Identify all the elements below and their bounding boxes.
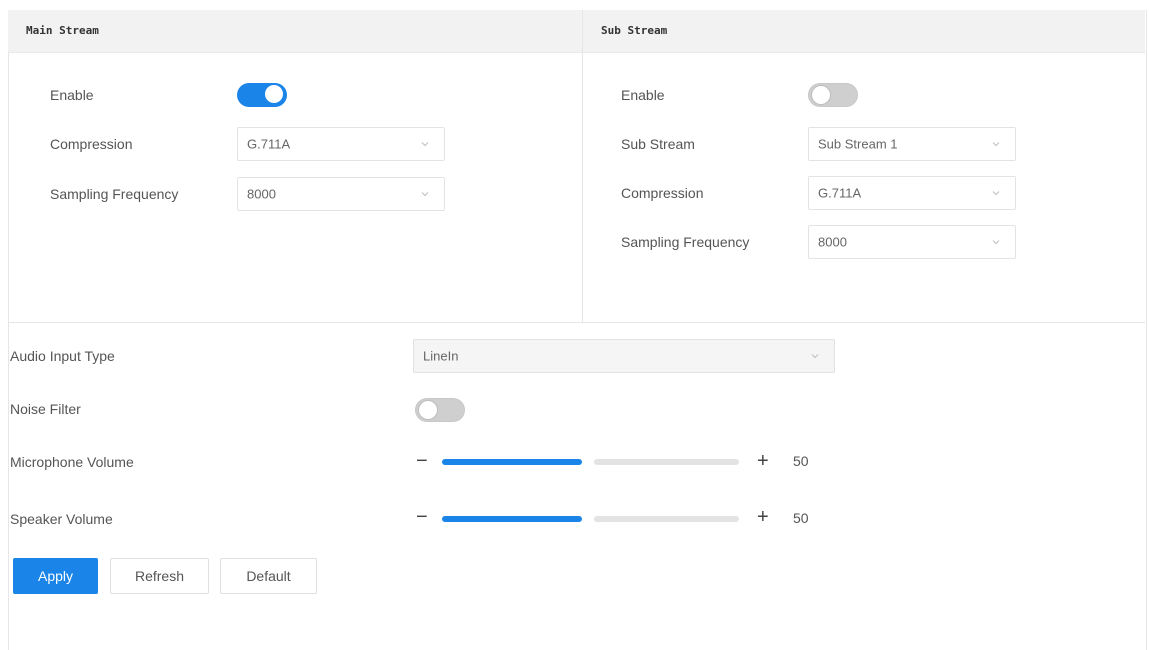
audio-input-select[interactable]: LineIn	[413, 339, 835, 373]
apply-button[interactable]: Apply	[13, 558, 98, 594]
main-enable-row: Enable	[8, 77, 582, 113]
sub-stream-label: Sub Stream	[621, 136, 695, 152]
noise-filter-toggle[interactable]	[415, 398, 465, 422]
microphone-volume-label: Microphone Volume	[10, 454, 134, 470]
sub-enable-label: Enable	[621, 87, 665, 103]
main-sampling-label: Sampling Frequency	[50, 186, 179, 202]
main-sampling-value: 8000	[247, 186, 276, 202]
chevron-down-icon	[992, 191, 1000, 196]
default-button[interactable]: Default	[220, 558, 317, 594]
sub-sampling-select[interactable]: 8000	[808, 225, 1016, 259]
audio-input-label: Audio Input Type	[10, 348, 115, 364]
main-sampling-select[interactable]: 8000	[237, 177, 445, 211]
microphone-volume-slider[interactable]	[442, 455, 739, 469]
sub-compression-row: Compression G.711A	[583, 175, 1145, 211]
sub-sampling-value: 8000	[818, 234, 847, 250]
sub-compression-select[interactable]: G.711A	[808, 176, 1016, 210]
main-compression-label: Compression	[50, 136, 133, 152]
plus-icon[interactable]: +	[757, 451, 769, 471]
chevron-down-icon	[421, 142, 429, 147]
microphone-volume-value: 50	[793, 453, 809, 469]
main-compression-row: Compression G.711A	[8, 126, 582, 162]
toggle-knob	[418, 400, 438, 420]
chevron-down-icon	[992, 240, 1000, 245]
chevron-down-icon	[421, 192, 429, 197]
main-sampling-row: Sampling Frequency 8000	[8, 176, 582, 212]
sub-sampling-row: Sampling Frequency 8000	[583, 224, 1145, 260]
sub-compression-label: Compression	[621, 185, 704, 201]
main-compression-value: G.711A	[247, 136, 291, 152]
noise-filter-label: Noise Filter	[10, 401, 81, 417]
plus-icon[interactable]: +	[757, 507, 769, 527]
main-stream-title: Main Stream	[8, 10, 582, 53]
sub-enable-toggle[interactable]	[808, 83, 858, 107]
chevron-down-icon	[811, 354, 819, 359]
minus-icon[interactable]: −	[416, 507, 428, 527]
slider-track	[594, 459, 739, 465]
slider-track	[594, 516, 739, 522]
toggle-knob	[811, 85, 831, 105]
sub-stream-panel: Sub Stream Enable Sub Stream Sub Stream …	[583, 10, 1145, 323]
audio-input-row: Audio Input Type LineIn	[0, 338, 1149, 374]
main-compression-select[interactable]: G.711A	[237, 127, 445, 161]
chevron-down-icon	[992, 142, 1000, 147]
sub-stream-select[interactable]: Sub Stream 1	[808, 127, 1016, 161]
slider-thumb[interactable]	[584, 512, 594, 526]
main-stream-panel: Main Stream Enable Compression G.711A Sa…	[8, 10, 583, 323]
speaker-volume-label: Speaker Volume	[10, 511, 113, 527]
sub-stream-value: Sub Stream 1	[818, 136, 898, 152]
audio-input-value: LineIn	[423, 348, 459, 364]
sub-enable-row: Enable	[583, 77, 1145, 113]
refresh-button[interactable]: Refresh	[110, 558, 209, 594]
minus-icon[interactable]: −	[416, 451, 428, 471]
sub-compression-value: G.711A	[818, 185, 862, 201]
sub-stream-title: Sub Stream	[583, 10, 1145, 53]
noise-filter-row: Noise Filter	[0, 391, 1149, 427]
toggle-knob	[265, 85, 283, 103]
main-enable-toggle[interactable]	[237, 83, 287, 107]
sub-stream-row: Sub Stream Sub Stream 1	[583, 126, 1145, 162]
main-enable-label: Enable	[50, 87, 94, 103]
speaker-volume-row: Speaker Volume − + 50	[0, 501, 1149, 537]
slider-fill	[442, 516, 582, 522]
sub-sampling-label: Sampling Frequency	[621, 234, 750, 250]
slider-thumb[interactable]	[584, 455, 594, 469]
microphone-volume-row: Microphone Volume − + 50	[0, 444, 1149, 480]
slider-fill	[442, 459, 582, 465]
speaker-volume-slider[interactable]	[442, 512, 739, 526]
speaker-volume-value: 50	[793, 510, 809, 526]
